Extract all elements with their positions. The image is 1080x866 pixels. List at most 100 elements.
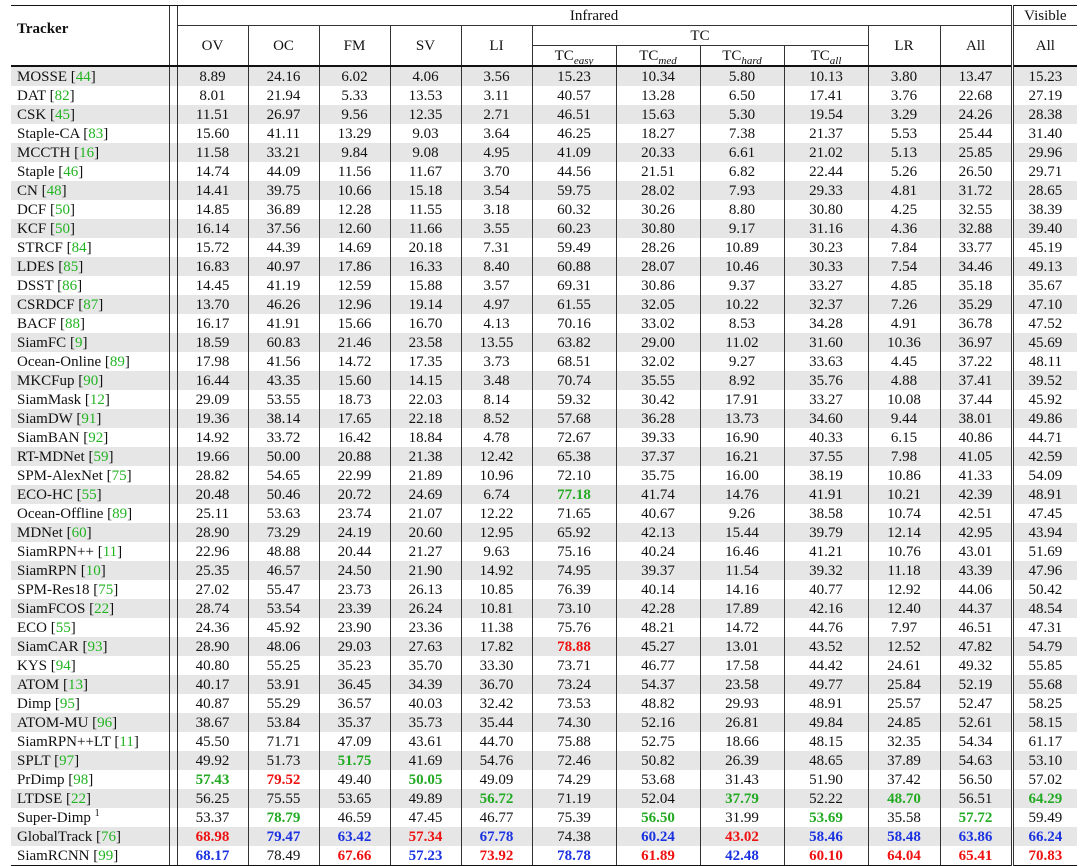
citation-link[interactable]: 88 xyxy=(65,316,80,332)
citation-link[interactable]: 10 xyxy=(86,563,101,579)
score-cell: 5.13 xyxy=(867,143,940,162)
citation-link[interactable]: 22 xyxy=(71,791,86,807)
citation-link[interactable]: 44 xyxy=(76,69,91,85)
score-cell: 49.13 xyxy=(1010,257,1078,276)
score-cell: 52.61 xyxy=(939,713,1013,732)
score-cell: 40.97 xyxy=(247,257,319,276)
score-cell: 26.81 xyxy=(699,713,784,732)
table-row: CSRDCF [87] 13.70 46.26 12.96 19.14 4.97 61.55… xyxy=(11,295,1078,314)
score-cell: 10.81 xyxy=(460,599,532,618)
score-cell: 75.16 xyxy=(531,542,616,561)
citation-link[interactable]: 82 xyxy=(55,88,70,104)
citation-link[interactable]: 93 xyxy=(87,639,102,655)
score-cell: 15.18 xyxy=(389,181,461,200)
citation-link[interactable]: 16 xyxy=(79,145,94,161)
citation-link[interactable]: 9 xyxy=(75,335,83,351)
score-cell: 9.84 xyxy=(318,143,390,162)
score-cell: 23.58 xyxy=(699,675,784,694)
score-cell: 40.67 xyxy=(615,504,700,523)
citation-link[interactable]: 50 xyxy=(55,221,70,237)
tracker-name-cell: PrDimp [98] xyxy=(17,771,94,788)
score-cell: 20.60 xyxy=(389,523,461,542)
score-cell: 30.42 xyxy=(615,390,700,409)
score-cell: 14.72 xyxy=(318,352,390,371)
score-cell: 53.65 xyxy=(318,789,390,808)
score-cell: 22.18 xyxy=(389,409,461,428)
score-cell: 31.60 xyxy=(783,333,868,352)
score-cell: 24.16 xyxy=(247,65,319,86)
table-row: Ocean-Offline [89] 25.11 53.63 23.74 21.07 12… xyxy=(11,504,1078,523)
score-cell: 14.92 xyxy=(460,561,532,580)
score-cell: 11.38 xyxy=(460,618,532,637)
score-cell: 19.54 xyxy=(783,105,868,124)
score-cell: 54.63 xyxy=(939,751,1013,770)
score-cell: 6.82 xyxy=(699,162,784,181)
citation-link[interactable]: 89 xyxy=(112,506,127,522)
citation-link[interactable]: 46 xyxy=(63,164,78,180)
citation-link[interactable]: 86 xyxy=(62,278,77,294)
divider-gap xyxy=(168,428,177,447)
citation-link[interactable]: 60 xyxy=(72,525,87,541)
citation-link[interactable]: 11 xyxy=(119,734,133,750)
citation-link[interactable]: 98 xyxy=(73,772,88,788)
table-row: STRCF [84] 15.72 44.39 14.69 20.18 7.31 59.49 2… xyxy=(11,238,1078,257)
table-row: DAT [82] 8.01 21.94 5.33 13.53 3.11 40.57 13.28… xyxy=(11,86,1078,105)
score-cell: 39.33 xyxy=(615,428,700,447)
citation-link[interactable]: 48 xyxy=(47,183,62,199)
score-cell: 36.89 xyxy=(247,200,319,219)
citation-link[interactable]: 92 xyxy=(88,430,103,446)
score-cell: 50.05 xyxy=(389,770,461,789)
score-cell: 67.66 xyxy=(318,846,390,866)
score-cell: 61.55 xyxy=(531,295,616,314)
citation-link[interactable]: 76 xyxy=(101,829,116,845)
score-cell: 59.75 xyxy=(531,181,616,200)
citation-link[interactable]: 97 xyxy=(59,753,74,769)
citation-link[interactable]: 55 xyxy=(56,620,71,636)
divider-gap xyxy=(168,732,177,751)
score-cell: 17.35 xyxy=(389,352,461,371)
score-cell: 46.26 xyxy=(247,295,319,314)
score-cell: 14.72 xyxy=(699,618,784,637)
score-cell: 41.91 xyxy=(783,485,868,504)
score-cell: 30.26 xyxy=(615,200,700,219)
citation-link[interactable]: 75 xyxy=(112,468,127,484)
citation-link[interactable]: 75 xyxy=(98,582,113,598)
citation-link[interactable]: 99 xyxy=(98,848,113,864)
citation-link[interactable]: 22 xyxy=(94,601,109,617)
score-cell: 17.82 xyxy=(460,637,532,656)
citation-link[interactable]: 50 xyxy=(55,202,70,218)
tracker-name: MDNet xyxy=(17,524,63,541)
score-cell: 46.59 xyxy=(318,808,390,827)
score-cell: 26.97 xyxy=(247,105,319,124)
citation-link[interactable]: 94 xyxy=(56,658,71,674)
score-cell: 79.52 xyxy=(247,770,319,789)
tracker-name-cell: DCF [50] xyxy=(17,201,75,218)
citation-link[interactable]: 55 xyxy=(82,487,97,503)
score-cell: 73.29 xyxy=(247,523,319,542)
citation-link[interactable]: 85 xyxy=(63,259,78,275)
score-cell: 52.47 xyxy=(939,694,1013,713)
score-cell: 55.85 xyxy=(1010,656,1078,675)
score-cell: 3.73 xyxy=(460,352,532,371)
citation-link[interactable]: 96 xyxy=(97,715,112,731)
citation-link[interactable]: 59 xyxy=(93,449,108,465)
table-row: SiamDW [91] 19.36 38.14 17.65 22.18 8.52 57.68… xyxy=(11,409,1078,428)
citation-link[interactable]: 91 xyxy=(81,411,96,427)
score-cell: 30.80 xyxy=(615,219,700,238)
score-cell: 45.92 xyxy=(247,618,319,637)
citation-link[interactable]: 89 xyxy=(110,354,125,370)
citation-link[interactable]: 95 xyxy=(60,696,75,712)
score-cell: 12.96 xyxy=(318,295,390,314)
score-cell: 27.02 xyxy=(176,580,248,599)
citation-link[interactable]: 87 xyxy=(83,297,98,313)
score-cell: 8.40 xyxy=(460,257,532,276)
citation-link[interactable]: 12 xyxy=(90,392,105,408)
citation-link[interactable]: 11 xyxy=(103,544,117,560)
score-cell: 29.96 xyxy=(1010,143,1078,162)
citation-link[interactable]: 45 xyxy=(55,107,70,123)
citation-link[interactable]: 83 xyxy=(88,126,103,142)
citation-link[interactable]: 84 xyxy=(72,240,87,256)
citation-link[interactable]: 13 xyxy=(68,677,83,693)
citation-link[interactable]: 90 xyxy=(83,373,98,389)
score-cell: 57.02 xyxy=(1010,770,1078,789)
